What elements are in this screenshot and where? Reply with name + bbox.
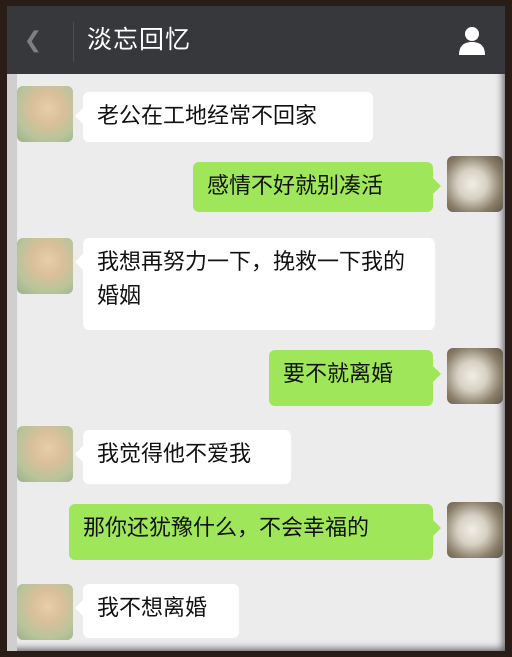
message-received[interactable]: 我想再努力一下，挽救一下我的婚姻 [75,238,435,330]
header-divider [73,22,74,62]
chat-window: ❮ 淡忘回忆 老公在工地经常不回家 感情不好就别凑活 我想再努力一下，挽救一下我… [7,6,505,651]
chat-title: 淡忘回忆 [87,25,192,54]
left-edge-strip [7,74,17,651]
message-received[interactable]: 老公在工地经常不回家 [75,92,373,142]
message-received[interactable]: 我觉得他不爱我 [75,430,291,484]
contact-avatar[interactable] [17,86,73,142]
chat-header: ❮ 淡忘回忆 [7,6,505,74]
message-sent[interactable]: 要不就离婚 [269,350,441,406]
message-received[interactable]: 我不想离婚 [75,584,239,638]
user-avatar[interactable] [447,156,503,212]
contact-avatar[interactable] [17,426,73,482]
message-sent[interactable]: 感情不好就别凑活 [193,162,441,212]
contact-avatar[interactable] [17,238,73,294]
user-avatar[interactable] [447,502,503,558]
chevron-left-icon[interactable]: ❮ [19,28,47,54]
user-icon[interactable] [455,23,489,57]
message-sent[interactable]: 那你还犹豫什么，不会幸福的 [69,504,441,560]
contact-avatar[interactable] [17,584,73,640]
user-avatar[interactable] [447,348,503,404]
